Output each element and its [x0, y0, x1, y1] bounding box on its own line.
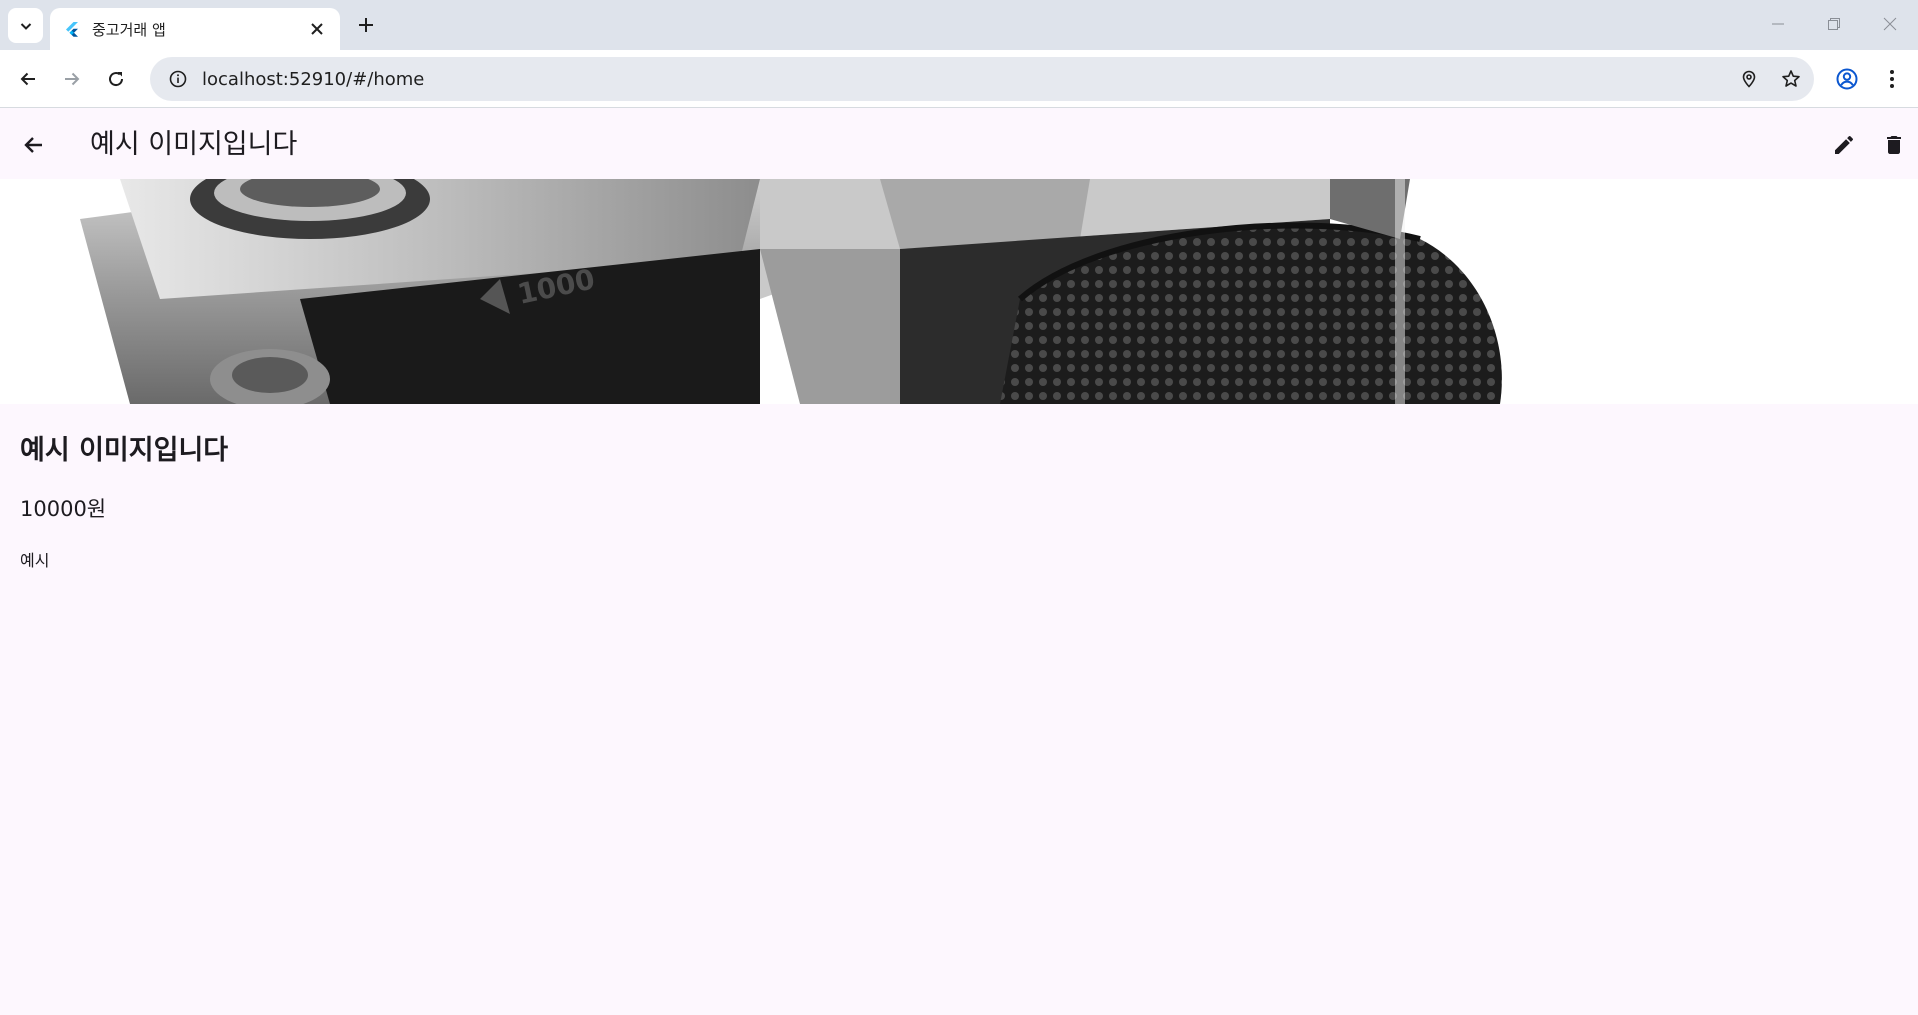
site-info-icon[interactable]: [158, 70, 198, 88]
new-tab-button[interactable]: [352, 11, 380, 39]
arrow-left-icon: [24, 137, 42, 153]
product-title: 예시 이미지입니다: [20, 435, 229, 466]
location-pin-icon[interactable]: [1730, 60, 1768, 98]
delete-button[interactable]: [1874, 125, 1914, 165]
browser-toolbar: localhost:52910/#/home: [0, 50, 1918, 108]
tab-close-button[interactable]: [306, 18, 328, 40]
trash-icon: [1887, 136, 1901, 154]
page-title: 예시 이미지입니다: [90, 129, 298, 160]
arrow-right-icon: [65, 72, 80, 86]
back-button[interactable]: [12, 63, 44, 95]
product-price: 10000원: [20, 497, 107, 521]
flutter-icon: [64, 21, 80, 37]
account-circle-icon: [1836, 68, 1858, 90]
reload-button[interactable]: [100, 63, 132, 95]
tab-title: 중고거래 앱: [92, 20, 166, 39]
arrow-left-icon: [20, 72, 35, 86]
browser-tabstrip: 중고거래 앱: [0, 0, 1918, 50]
browser-menu-button[interactable]: [1876, 63, 1908, 95]
edit-button[interactable]: [1824, 125, 1864, 165]
close-icon: [311, 23, 323, 35]
product-image: 1000: [0, 179, 1918, 404]
app-bar: 예시 이미지입니다: [0, 109, 1918, 179]
plus-icon: [359, 18, 373, 32]
pencil-icon: [1835, 135, 1854, 154]
restore-button[interactable]: [1806, 0, 1862, 48]
reload-icon: [109, 72, 124, 87]
product-description: 예시: [20, 551, 50, 570]
restore-icon: [1828, 18, 1840, 30]
profile-button[interactable]: [1831, 63, 1863, 95]
address-url[interactable]: localhost:52910/#/home: [202, 69, 1730, 90]
minimize-icon: [1772, 23, 1784, 25]
product-details: 예시 이미지입니다 10000원 예시: [20, 404, 1890, 571]
more-vertical-icon: [1890, 70, 1894, 88]
minimize-button[interactable]: [1750, 0, 1806, 48]
forward-button[interactable]: [56, 63, 88, 95]
chevron-down-icon: [20, 22, 31, 30]
browser-tab-active[interactable]: 중고거래 앱: [50, 8, 340, 50]
address-bar[interactable]: localhost:52910/#/home: [150, 57, 1814, 101]
close-icon: [1883, 17, 1897, 31]
close-window-button[interactable]: [1862, 0, 1918, 48]
bookmark-star-icon[interactable]: [1772, 60, 1810, 98]
camera-photo-icon: 1000: [0, 179, 1918, 404]
app-back-button[interactable]: [14, 125, 54, 165]
tab-search-button[interactable]: [8, 8, 43, 43]
